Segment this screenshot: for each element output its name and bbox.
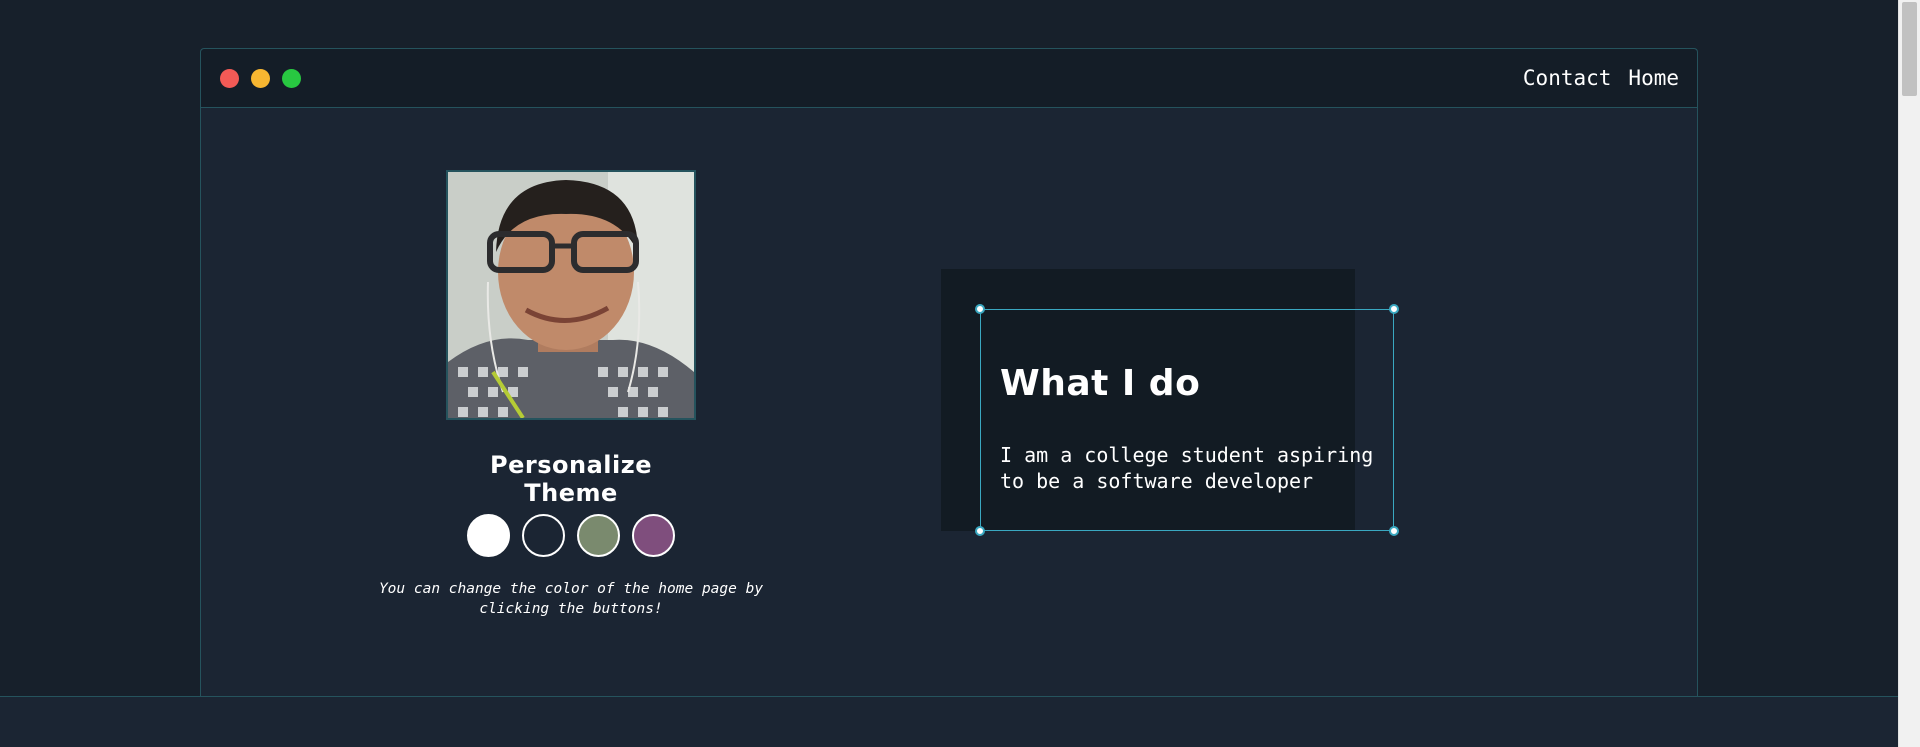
theme-note: You can change the color of the home pag…	[378, 581, 764, 617]
next-section	[0, 696, 1899, 747]
card-title: What I do	[1000, 363, 1201, 404]
title-bar: Contact Home	[201, 49, 1697, 108]
card-body: I am a college student aspiring to be a …	[1000, 443, 1374, 493]
swatch-plum-button[interactable]	[632, 514, 675, 557]
browser-window: Contact Home Personalize Theme You can c…	[200, 48, 1698, 696]
page: Contact Home Personalize Theme You can c…	[0, 0, 1920, 747]
scrollbar-thumb[interactable]	[1902, 2, 1917, 96]
profile-photo	[446, 170, 696, 420]
profile-photo-image	[448, 172, 694, 418]
resize-handle-bottom-right-icon[interactable]	[1389, 526, 1399, 536]
nav-contact-link[interactable]: Contact	[1523, 66, 1612, 90]
resize-handle-top-right-icon[interactable]	[1389, 304, 1399, 314]
swatch-sage-green-button[interactable]	[577, 514, 620, 557]
personalize-theme-heading: Personalize Theme	[490, 451, 652, 507]
top-nav: Contact Home	[1523, 66, 1679, 90]
theme-swatches	[467, 514, 675, 557]
page-scrollbar[interactable]	[1898, 0, 1920, 747]
close-dot-icon[interactable]	[220, 69, 239, 88]
swatch-dark-navy-button[interactable]	[522, 514, 565, 557]
maximize-dot-icon[interactable]	[282, 69, 301, 88]
resize-handle-bottom-left-icon[interactable]	[975, 526, 985, 536]
minimize-dot-icon[interactable]	[251, 69, 270, 88]
what-i-do-card[interactable]: What I do I am a college student aspirin…	[975, 304, 1399, 536]
nav-home-link[interactable]: Home	[1628, 66, 1679, 90]
swatch-white-button[interactable]	[467, 514, 510, 557]
resize-handle-top-left-icon[interactable]	[975, 304, 985, 314]
